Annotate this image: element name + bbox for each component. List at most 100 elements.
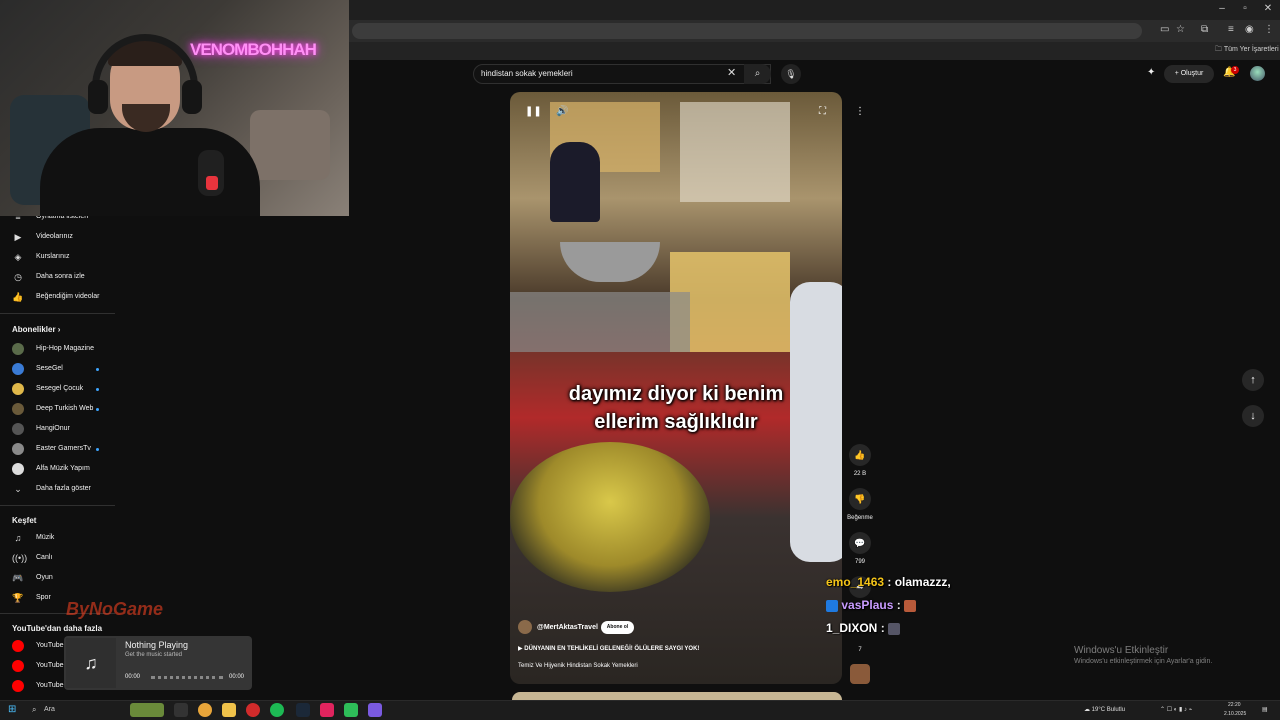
video-title[interactable]: ▶ DÜNYANIN EN TEHLİKELİ GELENEĞİ! ÖLÜLER… [518, 645, 699, 652]
windows-activation-title: Windows'u Etkinleştir [1074, 645, 1169, 656]
all-bookmarks-link[interactable]: 🗀 Tüm Yer İşaretleri [1215, 45, 1279, 56]
sidebar-explore-2-label: Canlı [36, 554, 53, 561]
chat-message: emo_1463 : olamazzz, [826, 575, 951, 589]
sound-thumbnail[interactable] [850, 664, 870, 684]
discord-icon[interactable] [368, 703, 382, 717]
clear-search-icon[interactable]: ✕ [727, 66, 736, 79]
minimize-button[interactable]: – [1212, 3, 1232, 14]
channel-name[interactable]: @MertAktasTravel [537, 624, 598, 631]
badge-icon [826, 599, 838, 612]
music-progress [151, 676, 223, 679]
weather-status[interactable]: ☁ 19°C Bulutlu [1084, 706, 1125, 713]
webcam-overlay: VENOMBOHHAH [0, 0, 349, 216]
channel-avatar [12, 383, 24, 395]
sidebar-item-5-label: Beğendiğim videolar [36, 293, 100, 300]
reading-list-icon[interactable]: ≡ [1228, 24, 1234, 35]
new-content-dot [96, 408, 99, 411]
voice-search-button[interactable]: 🎙 [781, 64, 801, 84]
close-window-button[interactable]: ✕ [1258, 3, 1278, 14]
youtube-logo-icon [12, 640, 24, 652]
comments-button[interactable]: 💬 [849, 532, 871, 554]
subscription-label: SeseGel [36, 365, 63, 372]
trophy-icon: 🏆 [12, 593, 24, 603]
like-button[interactable]: 👍 [849, 444, 871, 466]
app-icon[interactable] [320, 703, 334, 717]
fullscreen-icon[interactable]: ⛶ [819, 106, 826, 117]
file-explorer-icon[interactable] [222, 703, 236, 717]
subscriptions-heading[interactable]: Abonelikler › [12, 325, 60, 334]
chevron-right-icon: › [55, 325, 61, 334]
sidebar-explore-4-label: Spor [36, 594, 51, 601]
chrome-icon[interactable] [198, 703, 212, 717]
comment-count: 799 [854, 559, 865, 565]
create-button[interactable]: + Oluştur [1164, 65, 1214, 83]
pause-icon[interactable]: ❚❚ [525, 106, 542, 117]
chat-user: 1_DIXON [826, 621, 878, 635]
spotify-icon[interactable] [270, 703, 284, 717]
like-count: 22 B [853, 471, 867, 477]
channel-avatar [12, 423, 24, 435]
opera-icon[interactable] [246, 703, 260, 717]
taskbar-search-icon: ⌕ [32, 705, 37, 714]
headset-ear-left [88, 80, 108, 114]
profile-icon[interactable]: ◉ [1245, 24, 1254, 35]
more-options-icon[interactable]: ⋮ [851, 103, 869, 121]
notifications-icon[interactable]: ▤ [1262, 706, 1268, 713]
music-time-end: 00:00 [229, 674, 245, 680]
next-video-button[interactable]: ↓ [1242, 405, 1264, 427]
channel-avatar[interactable] [518, 620, 532, 634]
steam-icon[interactable] [296, 703, 310, 717]
show-more-button-label: Daha fazla göster [36, 485, 91, 492]
previous-video-button[interactable]: ↑ [1242, 369, 1264, 391]
address-bar[interactable] [352, 23, 1142, 39]
courses-icon: ◈ [14, 252, 22, 262]
cast-icon[interactable]: ▭ [1160, 24, 1169, 35]
sidebar-item-4-label: Daha sonra izle [36, 273, 85, 280]
taskbar-search-placeholder: Ara [44, 706, 55, 713]
like-icon: 👍 [12, 292, 24, 302]
video-scene-pan [510, 442, 710, 592]
sparkle-icon[interactable]: ✦ [1147, 67, 1155, 78]
extensions-icon[interactable]: ⧉ [1201, 24, 1208, 35]
new-content-dot [96, 368, 99, 371]
account-avatar[interactable] [1250, 66, 1265, 81]
video-caption: dayımız diyor ki benim ellerim sağlıklıd… [568, 383, 784, 433]
cloud-icon: ☁ [1084, 707, 1092, 713]
sidebar-divider [0, 313, 115, 314]
subscription-label: HangiOnur [36, 425, 70, 432]
new-content-dot [96, 388, 99, 391]
subscription-label: Sesegel Çocuk [36, 385, 84, 392]
mic-icon: 🎙 [785, 69, 797, 79]
music-icon: ♫ [14, 533, 22, 543]
emote-icon [904, 599, 917, 612]
channel-avatar [12, 463, 24, 475]
neon-sign: VENOMBOHHAH [190, 40, 317, 59]
music-time-start: 00:00 [125, 674, 141, 680]
clock-time[interactable]: 22:20 [1228, 702, 1241, 708]
app-icon[interactable] [344, 703, 358, 717]
gaming-icon: 🎮 [12, 573, 24, 583]
maximize-button[interactable]: ▫ [1235, 3, 1255, 14]
video-scene-counter [510, 292, 690, 352]
task-view-icon[interactable] [174, 703, 188, 717]
windows-start-icon[interactable]: ⊞ [8, 704, 16, 715]
volume-icon[interactable]: 🔊 [556, 106, 568, 117]
system-tray-icons[interactable]: ⌃ ☐ ◐ ▮ ♪ ⌁ [1160, 706, 1192, 713]
video-scene-bowl [560, 242, 660, 282]
taskbar-weather-widget[interactable] [130, 703, 164, 717]
watch-later-icon: ◷ [14, 272, 22, 282]
clock-date[interactable]: 2.10.2025 [1224, 711, 1246, 717]
bookmark-star-icon[interactable]: ☆ [1176, 24, 1185, 35]
webcam-person-shirt [40, 128, 260, 216]
search-button[interactable]: ⌕ [744, 64, 771, 84]
arrow-down-icon: ↓ [1250, 410, 1256, 422]
browser-menu-icon[interactable]: ⋮ [1264, 24, 1274, 35]
subscribe-button[interactable]: Abone ol [601, 621, 634, 634]
emote-icon [888, 622, 901, 635]
sidebar-divider [0, 505, 115, 506]
plus-icon: + [1174, 70, 1179, 77]
sidebar-item-2-label: Videolarınız [36, 233, 73, 240]
arrow-up-icon: ↑ [1250, 374, 1256, 386]
new-content-dot [96, 448, 99, 451]
dislike-button[interactable]: 👎 [849, 488, 871, 510]
